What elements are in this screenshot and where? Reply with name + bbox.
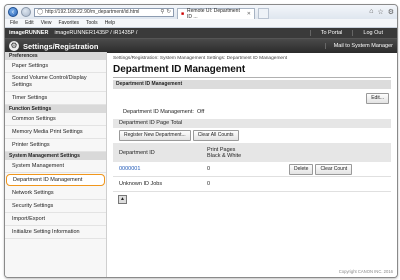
settings-gear-icon[interactable]: ⚙ bbox=[388, 8, 394, 16]
refresh-icon[interactable]: ↻ bbox=[166, 9, 171, 15]
clear-count-button[interactable]: Clear Count bbox=[315, 163, 353, 175]
back-button[interactable]: ‹ bbox=[8, 7, 18, 17]
page-title: Department ID Management bbox=[113, 64, 246, 75]
sidebar-item-network-settings[interactable]: Network Settings bbox=[5, 187, 106, 200]
menu-bar: File Edit View Favorites Tools Help bbox=[5, 19, 397, 28]
top-strip: imageRUNNER imageRUNNER1435P / iR1435P /… bbox=[5, 28, 397, 38]
sidebar-item-department-id-management[interactable]: Department ID Management bbox=[6, 174, 105, 186]
column-header-actions bbox=[283, 143, 391, 162]
url-field[interactable]: ◯ http://192.168.22.90/m_department/id.h… bbox=[34, 7, 174, 17]
browser-tab[interactable]: ■ Remote UI: Department ID ... ✕ bbox=[177, 8, 255, 20]
sidebar-item-paper-settings[interactable]: Paper Settings bbox=[5, 60, 106, 73]
browser-window: ‹ ◯ http://192.168.22.90/m_department/id… bbox=[4, 4, 398, 278]
unknown-id-jobs-label: Unknown ID Jobs bbox=[113, 176, 201, 192]
sidebar-item-printer-settings[interactable]: Printer Settings bbox=[5, 139, 106, 152]
forward-button[interactable] bbox=[21, 7, 31, 17]
page-total-header: Department ID Page Total bbox=[113, 119, 391, 128]
sidebar-item-sound-volume[interactable]: Sound Volume Control/Display Settings bbox=[5, 73, 106, 92]
print-pages-value: 0 bbox=[201, 162, 283, 177]
register-new-department-button[interactable]: Register New Department... bbox=[119, 130, 191, 141]
copyright: Copyright CANON INC. 2016 bbox=[338, 269, 393, 274]
search-icon[interactable]: ⚲ bbox=[160, 9, 164, 15]
menu-favorites[interactable]: Favorites bbox=[58, 20, 79, 26]
sidebar-heading: Preferences bbox=[5, 52, 106, 60]
menu-help[interactable]: Help bbox=[105, 20, 115, 26]
favorites-star-icon[interactable]: ☆ bbox=[377, 8, 383, 16]
menu-view[interactable]: View bbox=[41, 20, 52, 26]
table-row: Unknown ID Jobs 0 bbox=[113, 176, 391, 192]
page-icon: ◯ bbox=[37, 9, 44, 15]
column-header-print-pages: Print Pages Black & White bbox=[201, 143, 283, 162]
section-title: Settings/Registration bbox=[23, 41, 99, 51]
delete-button[interactable]: Delete bbox=[289, 163, 314, 175]
column-header-department-id: Department ID bbox=[113, 143, 201, 162]
new-tab-button[interactable] bbox=[258, 8, 269, 19]
tab-favicon-icon: ■ bbox=[181, 11, 185, 17]
department-id-link[interactable]: 0000001 bbox=[119, 166, 140, 172]
menu-file[interactable]: File bbox=[10, 20, 18, 26]
menu-tools[interactable]: Tools bbox=[86, 20, 98, 26]
sidebar-heading: System Management Settings bbox=[5, 152, 106, 160]
clear-all-counts-button[interactable]: Clear All Counts bbox=[192, 130, 239, 141]
table-row: 0000001 0 Delete Clear Count bbox=[113, 162, 391, 177]
page-top-icon[interactable]: ▲ bbox=[118, 195, 127, 204]
sidebar-item-system-management[interactable]: System Management bbox=[5, 160, 106, 173]
print-pages-value: 0 bbox=[201, 176, 283, 192]
department-table: Department ID Print Pages Black & White … bbox=[113, 143, 391, 192]
device-name: imageRUNNER1435P / iR1435P / bbox=[54, 30, 138, 36]
url-text: http://192.168.22.90/m_department/id.htm… bbox=[45, 9, 140, 15]
title-bar: ⚙ Settings/Registration Mail to System M… bbox=[5, 38, 397, 53]
main-panel: Settings/Registration: System Management… bbox=[107, 52, 397, 277]
product-name: imageRUNNER bbox=[9, 30, 49, 36]
sidebar-heading: Function Settings bbox=[5, 105, 106, 113]
mail-to-system-manager-link[interactable]: Mail to System Manager bbox=[324, 43, 393, 49]
department-id-management-label: Department ID Management: bbox=[123, 109, 194, 115]
sidebar-item-initialize-setting-information[interactable]: Initialize Setting Information bbox=[5, 226, 106, 239]
breadcrumb: Settings/Registration: System Management… bbox=[113, 56, 288, 61]
menu-edit[interactable]: Edit bbox=[25, 20, 34, 26]
tab-close-icon[interactable]: ✕ bbox=[247, 11, 251, 17]
home-icon[interactable]: ⌂ bbox=[369, 8, 373, 16]
sidebar-item-timer-settings[interactable]: Timer Settings bbox=[5, 92, 106, 105]
sidebar-item-common-settings[interactable]: Common Settings bbox=[5, 113, 106, 126]
tab-title: Remote UI: Department ID ... bbox=[187, 8, 240, 20]
remote-ui-page: imageRUNNER imageRUNNER1435P / iR1435P /… bbox=[5, 28, 397, 277]
address-bar: ‹ ◯ http://192.168.22.90/m_department/id… bbox=[5, 5, 397, 20]
department-id-management-value: Off bbox=[197, 109, 205, 115]
sidebar-item-security-settings[interactable]: Security Settings bbox=[5, 200, 106, 213]
column-header-print-pages-line2: Black & White bbox=[207, 152, 242, 159]
sidebar-item-memory-media-print[interactable]: Memory Media Print Settings bbox=[5, 126, 106, 139]
sidebar: Preferences Paper Settings Sound Volume … bbox=[5, 52, 107, 277]
to-portal-link[interactable]: To Portal bbox=[309, 30, 353, 36]
edit-button[interactable]: Edit... bbox=[366, 93, 389, 104]
log-out-link[interactable]: Log Out bbox=[352, 30, 393, 36]
settings-gear-icon: ⚙ bbox=[9, 41, 19, 51]
section-header: Department ID Management bbox=[113, 80, 391, 89]
title-divider bbox=[113, 77, 391, 78]
sidebar-item-import-export[interactable]: Import/Export bbox=[5, 213, 106, 226]
